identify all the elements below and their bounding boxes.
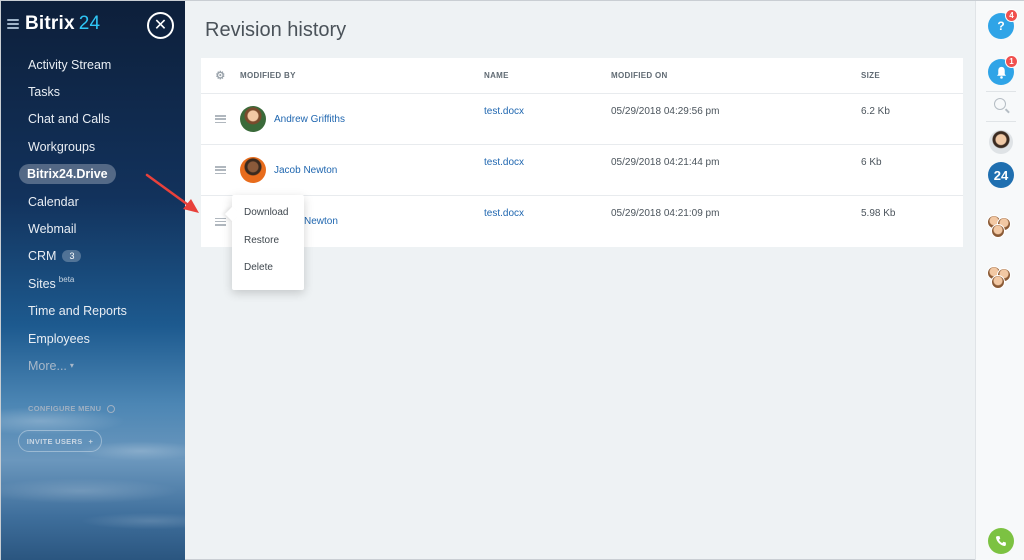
user-link[interactable]: Jacob Newton	[274, 165, 337, 176]
search-icon[interactable]	[994, 98, 1006, 110]
sidebar-item-label: Activity Stream	[28, 57, 112, 72]
divider	[986, 91, 1016, 92]
phone-icon	[996, 536, 1006, 546]
sidebar-item-label: Time and Reports	[28, 304, 127, 319]
modified-by-cell: Jacob Newton	[240, 157, 484, 183]
bitrix24-chat-button[interactable]: 24	[988, 162, 1014, 188]
revision-table: ⚙ MODIFIED BY NAME MODIFIED ON SIZE Andr…	[201, 58, 963, 247]
chevron-down-icon: ▾	[69, 361, 74, 371]
column-name[interactable]: NAME	[484, 71, 611, 80]
divider	[986, 121, 1016, 122]
column-modified-on[interactable]: MODIFIED ON	[611, 71, 861, 80]
table-row: Newton test.docx 05/29/2018 04:21:09 pm …	[201, 196, 963, 247]
sidebar-item-crm[interactable]: CRM 3	[1, 243, 185, 270]
phone-button[interactable]	[988, 528, 1014, 554]
brand: Bitrix 24	[7, 13, 100, 35]
sidebar-item-label: Employees	[28, 331, 90, 346]
row-menu-handle[interactable]	[201, 166, 240, 174]
help-icon: ?	[997, 19, 1005, 33]
file-name-link[interactable]: test.docx	[484, 94, 611, 117]
notifications-button[interactable]: 1	[988, 55, 1018, 85]
hamburger-icon	[215, 166, 226, 174]
help-count-badge: 4	[1005, 9, 1018, 22]
menu-item-download[interactable]: Download	[232, 207, 304, 235]
avatar	[240, 157, 266, 183]
sidebar-item-time-and-reports[interactable]: Time and Reports	[1, 298, 185, 325]
sidebar-item-label: More...	[28, 358, 67, 373]
crm-count-badge: 3	[62, 250, 82, 263]
notifications-count-badge: 1	[1005, 55, 1018, 68]
sidebar-item-label: Calendar	[28, 194, 79, 209]
table-settings-gear-icon[interactable]: ⚙	[201, 69, 240, 82]
sidebar-item-label: Webmail	[28, 222, 77, 237]
sidebar-item-more[interactable]: More... ▾	[1, 352, 185, 379]
sidebar-item-label: Tasks	[28, 85, 60, 100]
left-sidebar: Bitrix 24 ✕ Activity Stream Tasks Chat an…	[1, 1, 185, 560]
table-row: Jacob Newton test.docx 05/29/2018 04:21:…	[201, 145, 963, 196]
table-row: Andrew Griffiths test.docx 05/29/2018 04…	[201, 94, 963, 145]
sidebar-item-webmail[interactable]: Webmail	[1, 215, 185, 242]
group-chat-avatar[interactable]	[987, 215, 1015, 239]
sidebar-item-label: CRM	[28, 249, 57, 264]
sidebar-item-label: Workgroups	[28, 139, 96, 154]
help-button[interactable]: ? 4	[988, 9, 1018, 39]
sidebar-item-label: Bitrix24.Drive	[19, 164, 116, 185]
group-chat-avatar[interactable]	[987, 266, 1015, 290]
brand-number: 24	[78, 13, 101, 34]
invite-users-button[interactable]: INVITE USERS +	[18, 430, 102, 452]
hamburger-icon[interactable]	[7, 19, 19, 29]
brand-name: Bitrix	[25, 13, 75, 34]
column-size[interactable]: SIZE	[861, 71, 961, 80]
sidebar-item-activity-stream[interactable]: Activity Stream	[1, 51, 185, 78]
invite-users-label: INVITE USERS	[26, 436, 83, 446]
size-cell: 6.2 Kb	[861, 106, 890, 117]
sidebar-item-chat-and-calls[interactable]: Chat and Calls	[1, 106, 185, 133]
table-header: ⚙ MODIFIED BY NAME MODIFIED ON SIZE	[201, 58, 963, 94]
gear-icon	[107, 404, 116, 413]
logo-24: 24	[993, 167, 1009, 183]
file-name-link[interactable]: test.docx	[484, 196, 611, 219]
row-context-menu: Download Restore Delete	[232, 195, 304, 290]
modified-by-cell: Andrew Griffiths	[240, 106, 484, 132]
column-modified-by[interactable]: MODIFIED BY	[240, 71, 484, 80]
menu-item-restore[interactable]: Restore	[232, 235, 304, 263]
size-cell: 6 Kb	[861, 157, 882, 168]
user-link[interactable]: Andrew Griffiths	[274, 114, 345, 125]
user-link[interactable]: Newton	[304, 216, 338, 227]
right-toolbar: ? 4 1 24	[975, 1, 1024, 560]
annotation-arrow-icon	[145, 173, 199, 213]
sidebar-item-label: Sites	[28, 276, 56, 291]
beta-tag: beta	[58, 275, 75, 285]
avatar	[240, 106, 266, 132]
sidebar-item-label: Chat and Calls	[28, 112, 110, 127]
close-menu-button[interactable]: ✕	[147, 12, 174, 39]
configure-menu-label: CONFIGURE MENU	[28, 404, 102, 413]
sidebar-item-employees[interactable]: Employees	[1, 325, 185, 352]
bell-icon	[996, 66, 1006, 79]
file-name-link[interactable]: test.docx	[484, 145, 611, 168]
modified-on-cell: 05/29/2018 04:21:44 pm	[611, 157, 720, 168]
hamburger-icon	[215, 217, 226, 226]
sidebar-item-workgroups[interactable]: Workgroups	[1, 133, 185, 160]
modified-on-cell: 05/29/2018 04:29:56 pm	[611, 106, 720, 117]
plus-icon: +	[88, 436, 94, 446]
configure-menu-button[interactable]: CONFIGURE MENU	[28, 404, 116, 413]
close-icon: ✕	[153, 16, 168, 34]
sidebar-item-sites[interactable]: Sites beta	[1, 270, 185, 297]
page-title: Revision history	[205, 19, 347, 41]
sidebar-item-tasks[interactable]: Tasks	[1, 78, 185, 105]
hamburger-icon	[215, 115, 226, 123]
modified-on-cell: 05/29/2018 04:21:09 pm	[611, 208, 720, 219]
menu-item-delete[interactable]: Delete	[232, 262, 304, 290]
brand-logo[interactable]: Bitrix 24	[25, 13, 100, 35]
row-menu-handle[interactable]	[201, 115, 240, 123]
avatar[interactable]	[989, 130, 1013, 154]
size-cell: 5.98 Kb	[861, 208, 896, 219]
